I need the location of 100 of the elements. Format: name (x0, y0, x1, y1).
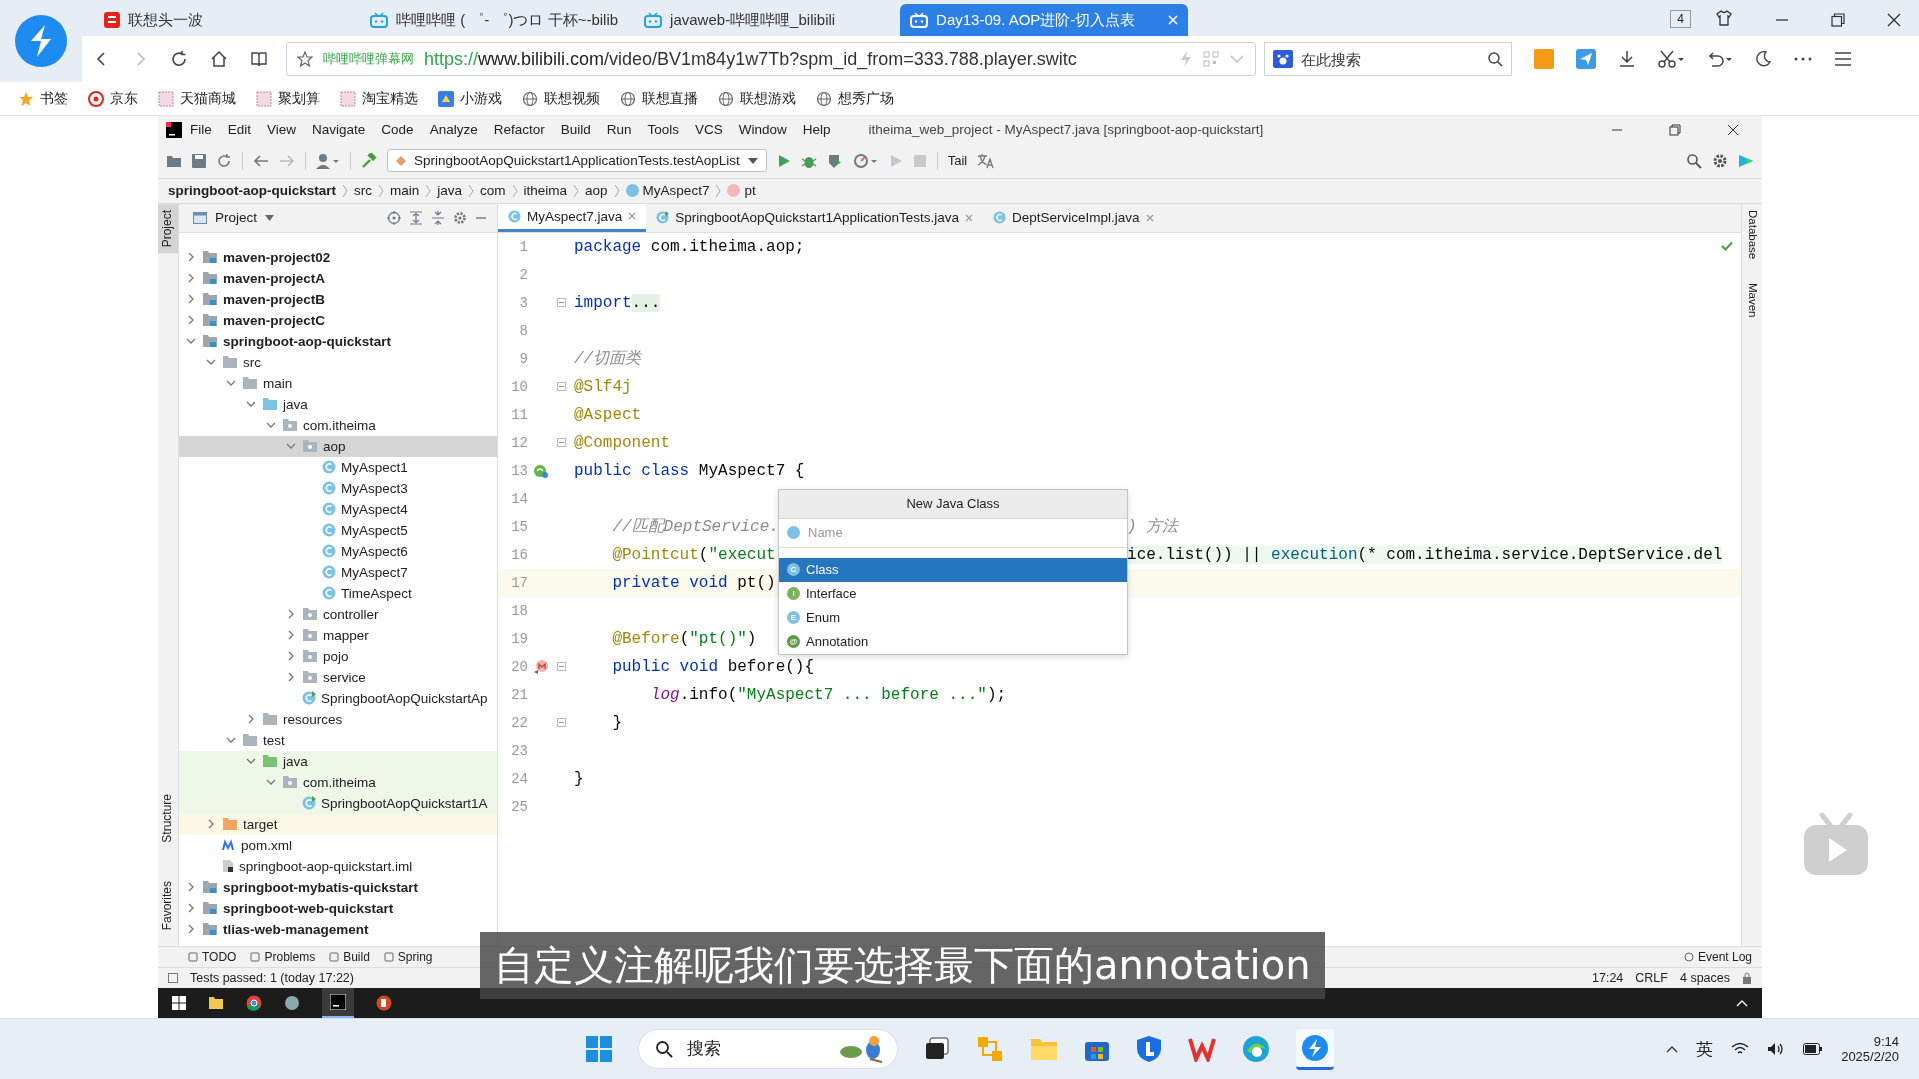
windows-logo-icon[interactable] (172, 996, 186, 1010)
tree-item[interactable]: MyAspect7 (179, 561, 497, 583)
clock-time[interactable]: 9:14 (1873, 1034, 1899, 1049)
run-icon[interactable] (776, 153, 791, 168)
bookmark[interactable]: 书签 (18, 89, 68, 108)
breadcrumb-item[interactable]: com (480, 183, 506, 199)
battery-icon[interactable] (1803, 1043, 1824, 1055)
scissors-icon[interactable] (1658, 50, 1684, 68)
clock-date[interactable]: 2025/2/20 (1841, 1049, 1899, 1064)
breadcrumb-item[interactable]: src (354, 183, 372, 199)
breadcrumb-item[interactable]: main (390, 183, 420, 199)
breadcrumb-item[interactable]: springboot-aop-quickstart (168, 183, 336, 199)
chevron-right-icon[interactable] (288, 630, 294, 641)
breadcrumb-item[interactable]: aop (585, 183, 608, 199)
chevron-down-icon[interactable] (186, 338, 196, 345)
menu-item[interactable]: Code (373, 122, 422, 138)
indent-setting[interactable]: 4 spaces (1679, 971, 1730, 986)
close-icon[interactable] (1727, 123, 1739, 136)
bookmark[interactable]: 联想游戏 (718, 89, 796, 108)
tool-window-tab[interactable]: Event Log (1683, 950, 1752, 965)
run-configuration-dropdown[interactable]: SpringbootAopQuickstart1ApplicationTests.testAopList (387, 149, 767, 173)
editor-tab[interactable]: SpringbootAopQuickstart1ApplicationTests.java (646, 203, 983, 232)
search-field[interactable]: 在此搜索 (1264, 42, 1512, 76)
coverage-icon[interactable] (826, 152, 843, 169)
breadcrumb-item[interactable]: itheima (523, 183, 568, 199)
tree-item[interactable]: pom.xml (179, 834, 497, 856)
restore-icon[interactable] (1831, 13, 1845, 27)
folder-icon[interactable] (208, 996, 224, 1010)
tree-item[interactable]: pojo (179, 645, 497, 667)
tail-button[interactable]: Tail (947, 153, 968, 169)
tab-count[interactable]: 4 (1670, 10, 1691, 28)
bookmark[interactable]: 联想直播 (620, 89, 698, 108)
tree-item[interactable]: springboot-mybatis-quickstart (179, 876, 497, 898)
tree-item[interactable]: MyAspect6 (179, 540, 497, 562)
moon-icon[interactable] (1754, 50, 1772, 68)
menu-item[interactable]: Run (598, 122, 640, 138)
windows-logo-icon[interactable] (585, 1036, 612, 1062)
shirt-icon[interactable] (1715, 9, 1733, 27)
menu-item[interactable]: Tools (639, 122, 687, 138)
check-icon[interactable] (1721, 240, 1733, 251)
tool-window-tab[interactable]: Maven (1742, 280, 1762, 320)
line-separator[interactable]: CRLF (1635, 971, 1668, 986)
tool-window-tab[interactable]: Build (329, 950, 370, 965)
book-icon[interactable] (250, 50, 268, 68)
chevron-right-icon[interactable] (188, 882, 194, 893)
menu-item[interactable]: Edit (219, 122, 260, 138)
search-icon[interactable] (1686, 152, 1702, 169)
search-input[interactable]: 搜索 (684, 1038, 825, 1060)
bean-icon[interactable] (533, 462, 549, 479)
expand-all-icon[interactable] (409, 210, 423, 225)
chevron-down-icon[interactable] (246, 758, 256, 765)
menu-item[interactable]: Help (794, 122, 839, 138)
caret-position[interactable]: 17:24 (1592, 971, 1624, 986)
chevron-down-icon[interactable] (266, 422, 276, 429)
menu-item[interactable]: Analyze (421, 122, 486, 138)
tree-item[interactable]: com.itheima (179, 771, 497, 793)
tree-item[interactable]: springboot-aop-quickstart.iml (179, 855, 497, 877)
browser-taskbar-icon[interactable] (1295, 1028, 1334, 1070)
dialog-list-item[interactable]: C Class (779, 557, 1127, 582)
tool-window-tab[interactable]: Structure (158, 788, 178, 849)
chevron-right-icon[interactable] (188, 924, 194, 935)
chevron-right-icon[interactable] (288, 609, 294, 620)
browser-tab[interactable]: javaweb-哔哩哔哩_bilibili (634, 4, 895, 36)
close-icon[interactable] (1887, 13, 1901, 27)
chevron-right-icon[interactable] (188, 294, 194, 305)
menu-item[interactable]: Refactor (485, 122, 553, 138)
tool-window-tab[interactable]: TODO (188, 950, 237, 965)
tree-item[interactable]: test (179, 729, 497, 751)
input-method-indicator[interactable]: 英 (1696, 1037, 1714, 1061)
chevron-right-icon[interactable] (188, 273, 194, 284)
chevron-down-icon[interactable] (206, 359, 216, 366)
hammer-icon[interactable] (361, 152, 377, 169)
tree-item[interactable]: maven-projectB (179, 288, 497, 310)
task-view-icon[interactable] (923, 1036, 950, 1062)
chevron-right-icon[interactable] (188, 903, 194, 914)
settings-icon[interactable] (1712, 152, 1728, 169)
dialog-list-item[interactable]: @ Annotation (779, 629, 1127, 654)
bookmark[interactable]: 想秀广场 (816, 89, 894, 108)
fold-icon[interactable] (556, 382, 566, 392)
tree-item[interactable]: src (179, 351, 497, 373)
download-icon[interactable] (1618, 50, 1636, 68)
more-icon[interactable] (1794, 56, 1812, 62)
bookmark[interactable]: 淘宝精选 (340, 89, 418, 108)
chevron-right-icon[interactable] (208, 819, 214, 830)
reload-icon[interactable] (170, 50, 188, 68)
bookmark[interactable]: 联想视频 (522, 89, 600, 108)
search-icon[interactable] (1487, 51, 1503, 67)
browser-tab[interactable]: 哔哩哔哩 ( ゜- ゜)つロ 干杯~-bilib (360, 4, 629, 36)
browser-tab[interactable]: Day13-09. AOP进阶-切入点表 (900, 4, 1189, 36)
tree-item[interactable]: com.itheima (179, 414, 497, 436)
bookmark[interactable]: 天猫商城 (158, 89, 236, 108)
tree-item[interactable]: maven-projectC (179, 309, 497, 331)
presentation-icon[interactable] (376, 995, 392, 1011)
chevron-down-icon[interactable] (286, 443, 296, 450)
user-icon[interactable] (316, 152, 340, 169)
menu-item[interactable]: VCS (687, 122, 731, 138)
menu-item[interactable]: Window (730, 122, 795, 138)
editor-tab[interactable]: DeptServiceImpl.java (982, 203, 1164, 232)
chevron-down-icon[interactable] (226, 380, 236, 387)
undo-icon[interactable] (1706, 50, 1732, 68)
